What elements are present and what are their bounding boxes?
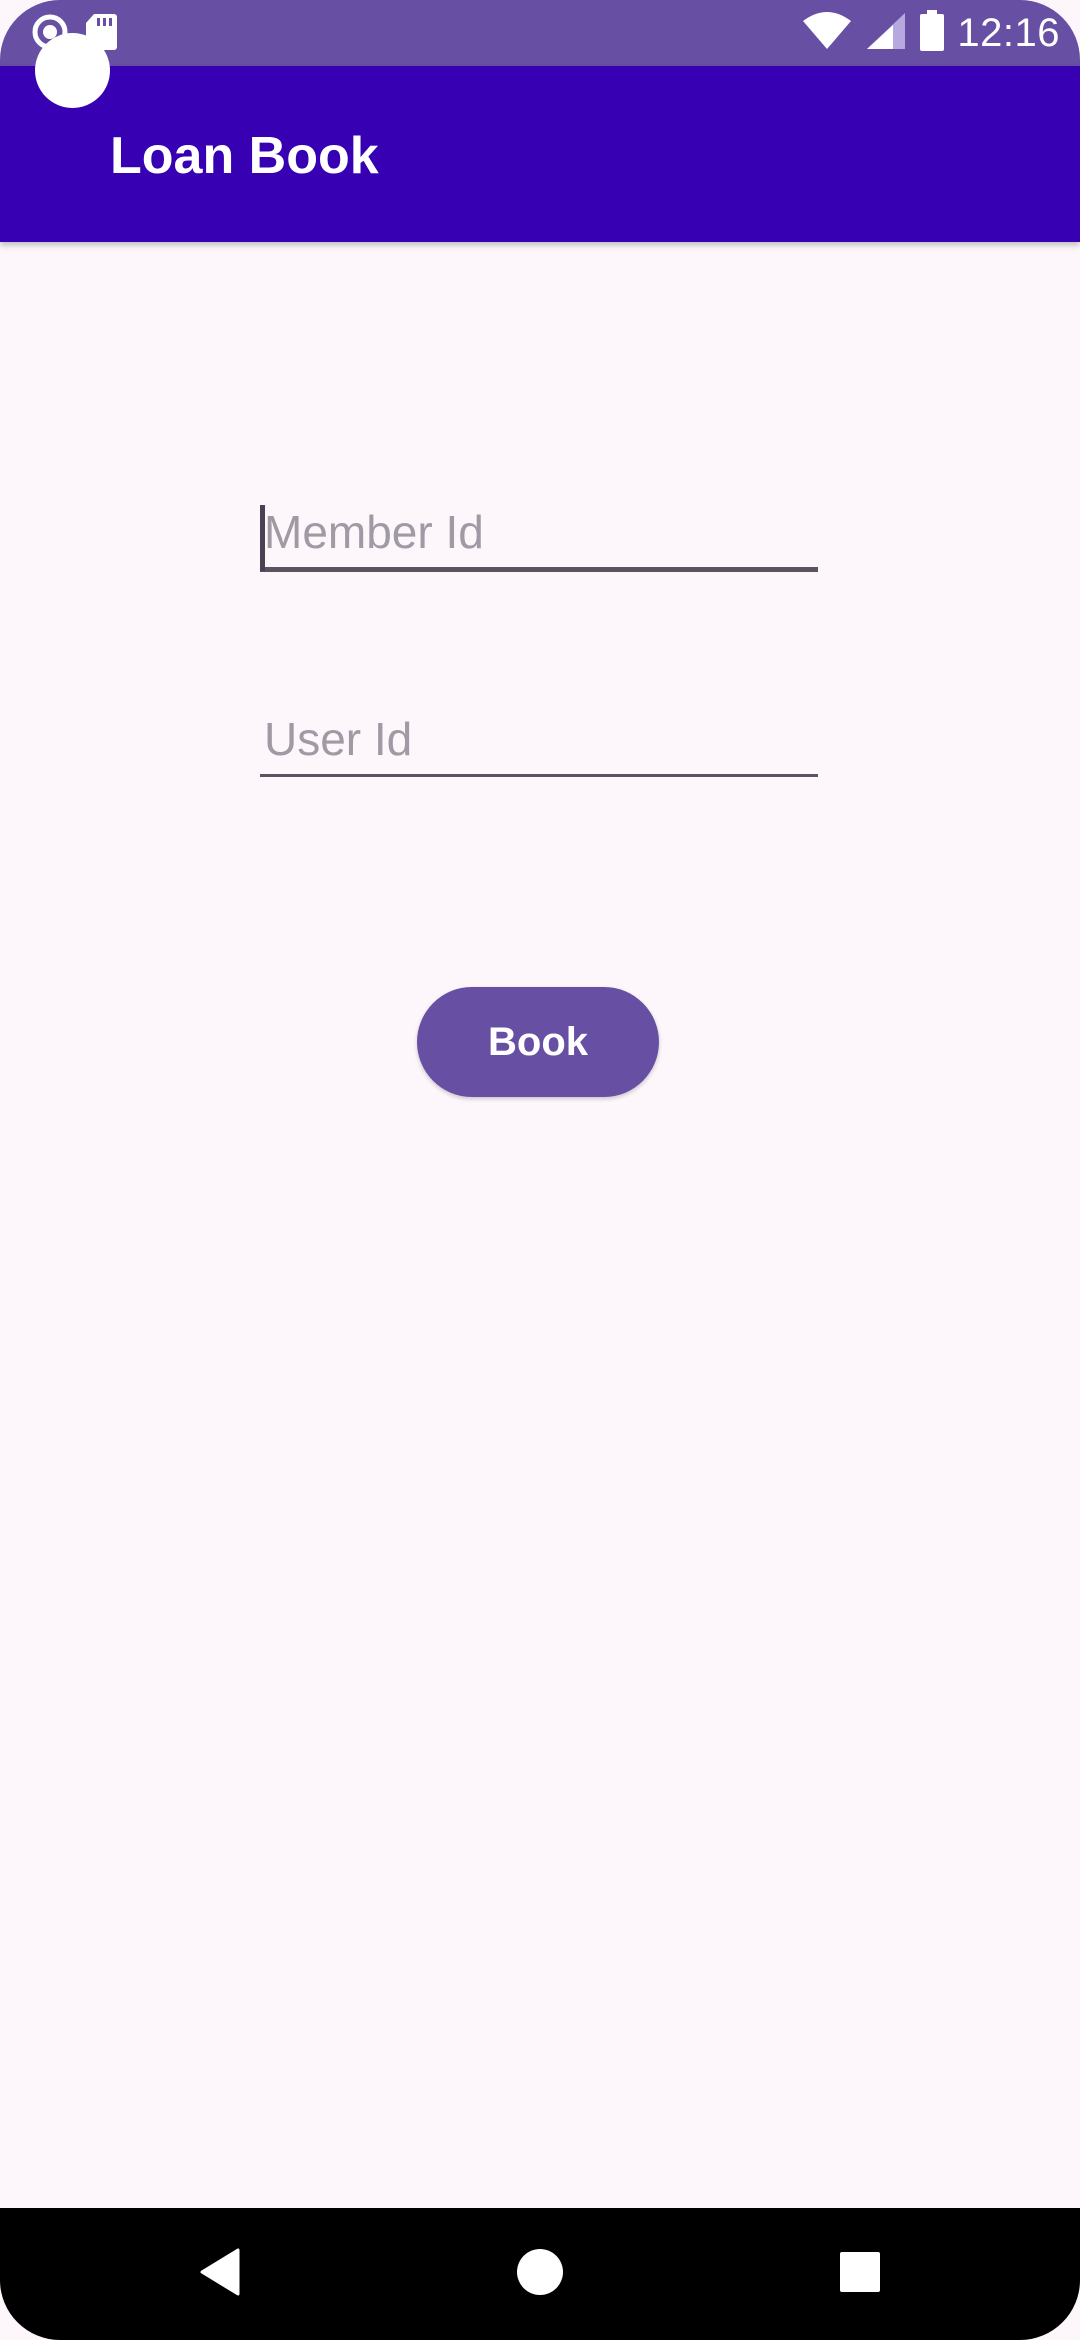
book-button[interactable]: Book xyxy=(417,987,659,1097)
status-right-icons: 12:16 xyxy=(801,0,1060,66)
user-id-field-container xyxy=(260,712,818,777)
user-id-underline xyxy=(260,774,818,777)
member-id-field-container xyxy=(260,505,818,572)
status-time: 12:16 xyxy=(957,10,1060,55)
member-id-input[interactable] xyxy=(260,505,818,567)
status-bar: 12:16 xyxy=(0,0,1080,66)
recents-icon xyxy=(839,2251,881,2298)
nav-recents-button[interactable] xyxy=(780,2208,940,2340)
battery-icon xyxy=(919,9,945,57)
user-id-input[interactable] xyxy=(260,712,818,774)
nav-home-button[interactable] xyxy=(460,2208,620,2340)
home-icon xyxy=(516,2248,564,2301)
text-cursor xyxy=(260,505,265,571)
nav-back-button[interactable] xyxy=(140,2208,300,2340)
page-title: Loan Book xyxy=(110,127,379,185)
touch-indicator-icon xyxy=(35,33,110,108)
wifi-icon xyxy=(801,11,853,56)
navigation-bar xyxy=(0,2208,1080,2340)
signal-icon xyxy=(865,11,907,56)
phone-screen: 12:16 Loan Book Book xyxy=(0,0,1080,2340)
back-icon xyxy=(198,2248,242,2301)
member-id-underline xyxy=(260,567,818,572)
app-bar: Loan Book xyxy=(0,66,1080,242)
